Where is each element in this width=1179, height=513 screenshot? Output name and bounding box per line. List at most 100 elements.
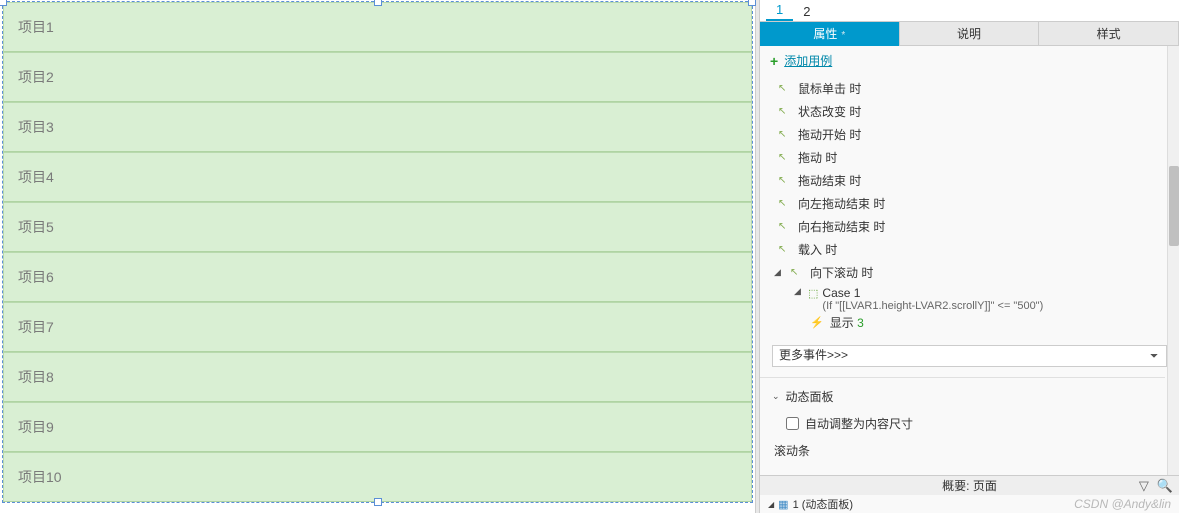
list-item[interactable]: 项目8 (3, 352, 752, 402)
event-icon: ↖ (778, 129, 792, 140)
add-case-label: 添加用例 (784, 52, 832, 69)
case-condition: (If "[[LVAR1.height-LVAR2.scrollY]]" <= … (822, 300, 1043, 312)
event-label: 向左拖动结束 时 (798, 195, 885, 212)
add-case-link[interactable]: + 添加用例 (760, 46, 1179, 75)
resize-handle-top[interactable] (374, 0, 382, 6)
event-icon: ↖ (778, 221, 792, 232)
event-label: 鼠标单击 时 (798, 80, 861, 97)
filter-icon[interactable]: ▽ (1139, 478, 1149, 494)
event-label: 向右拖动结束 时 (798, 218, 885, 235)
event-load[interactable]: ↖ 载入 时 (774, 238, 1165, 261)
auto-fit-checkbox[interactable] (786, 417, 799, 430)
expand-icon[interactable]: ◢ (768, 500, 774, 509)
search-icon[interactable]: 🔍 (1157, 478, 1173, 494)
action-text: 显示 3 (830, 314, 864, 331)
event-drag-end[interactable]: ↖ 拖动结束 时 (774, 169, 1165, 192)
inspector-tabs: 属性 * 说明 样式 (760, 22, 1179, 46)
outline-node-label: 1 (动态面板) (793, 496, 854, 512)
properties-body: + 添加用例 ↖ 鼠标单击 时 ↖ 状态改变 时 ↖ 拖动开始 时 ↖ 拖动 时 ↖ 拖动… (760, 46, 1179, 475)
state-tabs: 1 2 (760, 0, 1179, 22)
collapse-toggle-icon[interactable]: ◢ (794, 286, 804, 297)
event-label: 拖动结束 时 (798, 172, 861, 189)
list-item-label: 项目10 (18, 467, 62, 487)
case-row[interactable]: ◢ ⬚ Case 1 (If "[[LVAR1.height-LVAR2.scr… (774, 284, 1165, 312)
bolt-icon: ⚡ (810, 316, 824, 329)
outline-tree-row[interactable]: ◢ ▦ 1 (动态面板) (760, 495, 1179, 513)
action-label: 显示 (830, 316, 854, 330)
event-swipe-left[interactable]: ↖ 向左拖动结束 时 (774, 192, 1165, 215)
scrollbar-label: 滚动条 (772, 438, 1153, 463)
list-item[interactable]: 项目9 (3, 402, 752, 452)
list-item[interactable]: 项目7 (3, 302, 752, 352)
event-click[interactable]: ↖ 鼠标单击 时 (774, 77, 1165, 100)
selected-widget[interactable]: 项目1 项目2 项目3 项目4 项目5 项目6 项目7 项目8 项目9 项目10 (2, 1, 753, 503)
event-drag[interactable]: ↖ 拖动 时 (774, 146, 1165, 169)
event-label: 状态改变 时 (798, 103, 861, 120)
tab-style[interactable]: 样式 (1039, 22, 1179, 46)
event-icon: ↖ (778, 175, 792, 186)
event-swipe-right[interactable]: ↖ 向右拖动结束 时 (774, 215, 1165, 238)
scrollbar-track[interactable] (1167, 46, 1179, 475)
event-icon: ↖ (790, 267, 804, 278)
modified-indicator-icon: * (841, 30, 845, 41)
list-item-label: 项目7 (18, 317, 54, 337)
event-icon: ↖ (778, 152, 792, 163)
events-list: ↖ 鼠标单击 时 ↖ 状态改变 时 ↖ 拖动开始 时 ↖ 拖动 时 ↖ 拖动结束 时 ↖ 向… (760, 75, 1165, 337)
state-tab-2[interactable]: 2 (793, 2, 820, 21)
auto-fit-row[interactable]: 自动调整为内容尺寸 (772, 409, 1153, 438)
event-label: 拖动开始 时 (798, 126, 861, 143)
list-item-label: 项目2 (18, 67, 54, 87)
list-item[interactable]: 项目4 (3, 152, 752, 202)
dynamic-panel-icon: ▦ (778, 498, 788, 511)
scrollbar-thumb[interactable] (1169, 166, 1179, 246)
list-item-label: 项目8 (18, 367, 54, 387)
outline-header[interactable]: 概要: 页面 ▽ 🔍 (760, 475, 1179, 495)
section-title: 动态面板 (786, 388, 834, 405)
list-item[interactable]: 项目5 (3, 202, 752, 252)
event-label: 拖动 时 (798, 149, 837, 166)
list-item-label: 项目9 (18, 417, 54, 437)
event-icon: ↖ (778, 198, 792, 209)
more-events-label: 更多事件>>> (779, 348, 848, 362)
plus-icon: + (770, 53, 778, 69)
case-name: Case 1 (822, 286, 1043, 300)
tab-notes[interactable]: 说明 (900, 22, 1040, 46)
dynamic-panel-section: ⌄ 动态面板 自动调整为内容尺寸 滚动条 (760, 377, 1165, 469)
list-item-label: 项目5 (18, 217, 54, 237)
more-events-dropdown[interactable]: 更多事件>>> (772, 345, 1167, 367)
section-toggle[interactable]: ⌄ 动态面板 (772, 384, 1153, 409)
outline-title: 概要: 页面 (942, 477, 997, 494)
resize-handle-tl[interactable] (0, 0, 7, 6)
tab-label: 属性 (813, 27, 837, 41)
event-label: 载入 时 (798, 241, 837, 258)
resize-handle-tr[interactable] (748, 0, 756, 6)
case-icon: ⬚ (808, 287, 818, 300)
action-target: 3 (857, 316, 864, 330)
event-state-change[interactable]: ↖ 状态改变 时 (774, 100, 1165, 123)
canvas-area[interactable]: 项目1 项目2 项目3 项目4 项目5 项目6 项目7 项目8 项目9 项目10 (0, 0, 756, 513)
chevron-down-icon: ⌄ (772, 391, 780, 402)
list-item[interactable]: 项目1 (3, 2, 752, 52)
event-scroll-down[interactable]: ◢ ↖ 向下滚动 时 (774, 261, 1165, 284)
list-item[interactable]: 项目6 (3, 252, 752, 302)
resize-handle-bottom[interactable] (374, 498, 382, 506)
list-item[interactable]: 项目2 (3, 52, 752, 102)
state-tab-1[interactable]: 1 (766, 0, 793, 21)
event-icon: ↖ (778, 106, 792, 117)
action-row[interactable]: ⚡ 显示 3 (774, 312, 1165, 331)
event-icon: ↖ (778, 244, 792, 255)
list-item-label: 项目3 (18, 117, 54, 137)
event-drag-start[interactable]: ↖ 拖动开始 时 (774, 123, 1165, 146)
inspector-panel: 1 2 属性 * 说明 样式 + 添加用例 ↖ 鼠标单击 时 ↖ 状态改变 时 ↖ 拖动… (760, 0, 1179, 513)
tab-properties[interactable]: 属性 * (760, 22, 900, 46)
event-icon: ↖ (778, 83, 792, 94)
list-item-label: 项目1 (18, 17, 54, 37)
more-events-select[interactable]: 更多事件>>> (772, 345, 1167, 367)
list-item-label: 项目4 (18, 167, 54, 187)
auto-fit-label: 自动调整为内容尺寸 (805, 415, 913, 432)
list-item[interactable]: 项目10 (3, 452, 752, 502)
collapse-toggle-icon[interactable]: ◢ (774, 267, 784, 278)
list-item-label: 项目6 (18, 267, 54, 287)
event-label: 向下滚动 时 (810, 264, 873, 281)
list-item[interactable]: 项目3 (3, 102, 752, 152)
